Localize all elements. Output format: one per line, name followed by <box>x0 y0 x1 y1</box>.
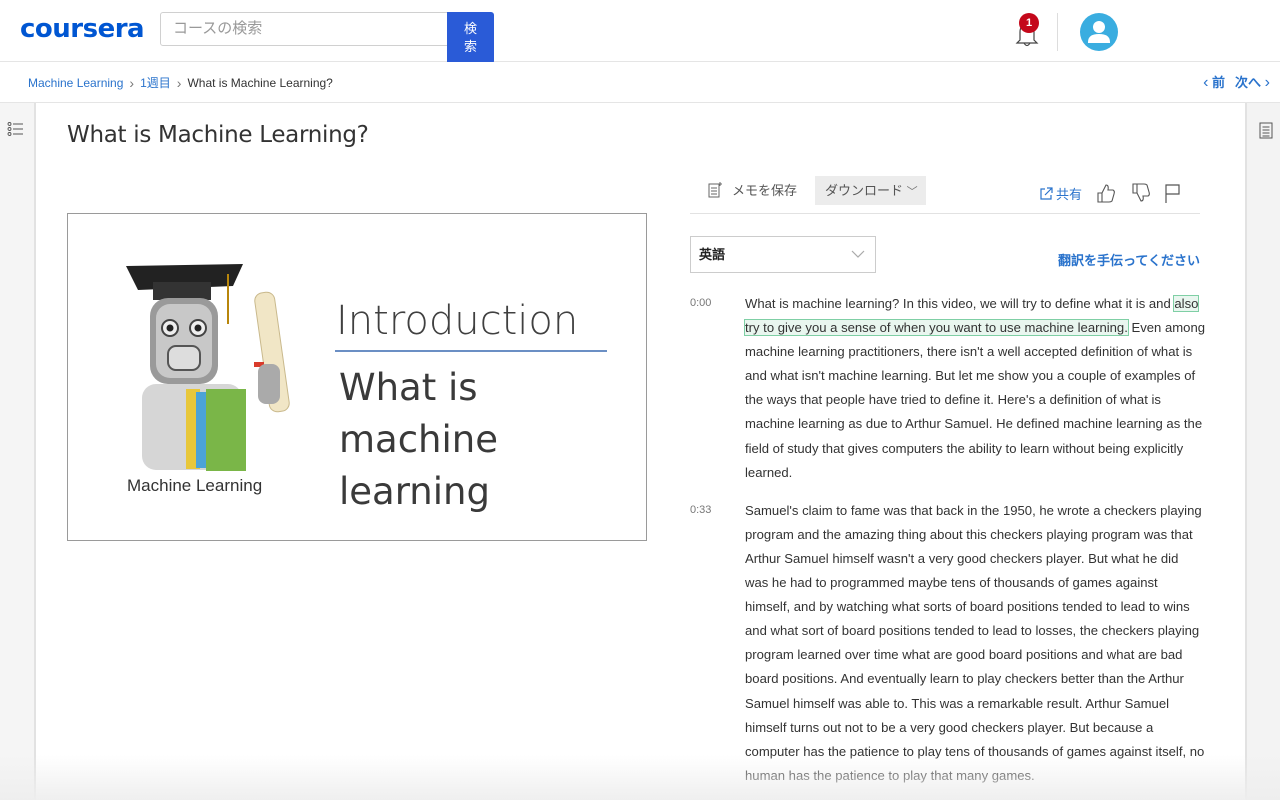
bottom-fade-overlay <box>0 755 1280 800</box>
slide-subtitle: What is machine learning <box>339 362 646 518</box>
breadcrumb-week[interactable]: 1週目 <box>140 74 171 91</box>
next-button[interactable]: 次へ › <box>1235 72 1270 92</box>
chevron-down-icon: ﹀ <box>906 186 918 198</box>
transcript-sentence[interactable]: What is machine learning? In this video,… <box>745 296 1174 311</box>
note-add-icon <box>708 181 722 197</box>
slide-heading: Introduction <box>336 298 579 344</box>
slide-subtitle-line: What is machine <box>339 366 499 461</box>
flag-icon[interactable] <box>1162 182 1184 204</box>
search-button-label: 検索 <box>463 21 477 54</box>
save-notes-button[interactable]: メモを保存 <box>708 180 797 199</box>
save-notes-label: メモを保存 <box>732 183 798 198</box>
next-label: 次へ <box>1235 75 1262 90</box>
slide-caption: Machine Learning <box>127 476 263 495</box>
slide-subtitle-line: learning <box>339 470 490 513</box>
transcript: 0:00 What is machine learning? In this v… <box>690 292 1205 802</box>
language-selected-value: 英語 <box>699 247 726 262</box>
user-icon <box>1088 21 1110 43</box>
left-sidebar-rail <box>0 103 36 800</box>
thumbs-up-icon[interactable] <box>1095 182 1117 204</box>
lesson-pager: ‹ 前 次へ › <box>1203 72 1270 92</box>
transcript-language-select[interactable]: 英語 <box>690 236 876 273</box>
breadcrumb-bar: Machine Learning › 1週目 › What is Machine… <box>0 62 1280 103</box>
transcript-sentence[interactable]: Even among machine learning practitioner… <box>745 320 1205 480</box>
transcript-timestamp[interactable]: 0:33 <box>690 499 745 788</box>
top-navigation-bar: coursera コースの検索 検索 1 <box>0 0 1280 64</box>
notification-badge: 1 <box>1019 13 1039 33</box>
transcript-paragraph: 0:33 Samuel's claim to fame was that bac… <box>690 499 1205 788</box>
transcript-text[interactable]: What is machine learning? In this video,… <box>743 292 1205 485</box>
right-sidebar-rail <box>1245 103 1280 800</box>
transcript-text[interactable]: Samuel's claim to fame was that back in … <box>745 499 1205 788</box>
page-title: What is Machine Learning? <box>67 122 369 148</box>
search-input[interactable]: コースの検索 <box>160 12 448 46</box>
search-button[interactable]: 検索 <box>447 12 494 64</box>
chevron-left-icon: ‹ <box>1203 74 1209 91</box>
transcript-timestamp[interactable]: 0:00 <box>690 292 745 485</box>
breadcrumb-current: What is Machine Learning? <box>187 75 333 90</box>
chevron-right-icon: › <box>176 74 182 91</box>
chevron-down-icon <box>851 250 865 258</box>
share-label: 共有 <box>1056 187 1083 202</box>
breadcrumb: Machine Learning › 1週目 › What is Machine… <box>28 74 333 91</box>
thumbs-down-icon[interactable] <box>1130 182 1152 204</box>
download-label: ダウンロード <box>825 183 904 198</box>
previous-label: 前 <box>1212 75 1226 90</box>
coursera-logo[interactable]: coursera <box>20 14 145 44</box>
chevron-right-icon: › <box>129 74 135 91</box>
slide-divider <box>335 350 607 352</box>
share-icon <box>1040 187 1053 200</box>
robot-graduate-illustration <box>126 264 290 471</box>
video-player[interactable]: Introduction What is machine learning Ma… <box>67 213 647 541</box>
share-button[interactable]: 共有 <box>1040 184 1082 203</box>
notes-panel-icon[interactable] <box>1259 122 1273 139</box>
user-avatar[interactable] <box>1080 13 1118 51</box>
download-dropdown[interactable]: ダウンロード ﹀ <box>815 176 926 205</box>
breadcrumb-course[interactable]: Machine Learning <box>28 76 123 90</box>
previous-button[interactable]: ‹ 前 <box>1203 72 1225 92</box>
transcript-toolbar: メモを保存 ダウンロード ﹀ 共有 <box>690 172 1200 214</box>
header-divider <box>1057 13 1058 51</box>
chevron-right-icon: › <box>1264 74 1270 91</box>
course-outline-icon[interactable] <box>7 121 25 137</box>
help-translate-link[interactable]: 翻訳を手伝ってください <box>1058 250 1200 269</box>
transcript-paragraph: 0:00 What is machine learning? In this v… <box>690 292 1205 485</box>
